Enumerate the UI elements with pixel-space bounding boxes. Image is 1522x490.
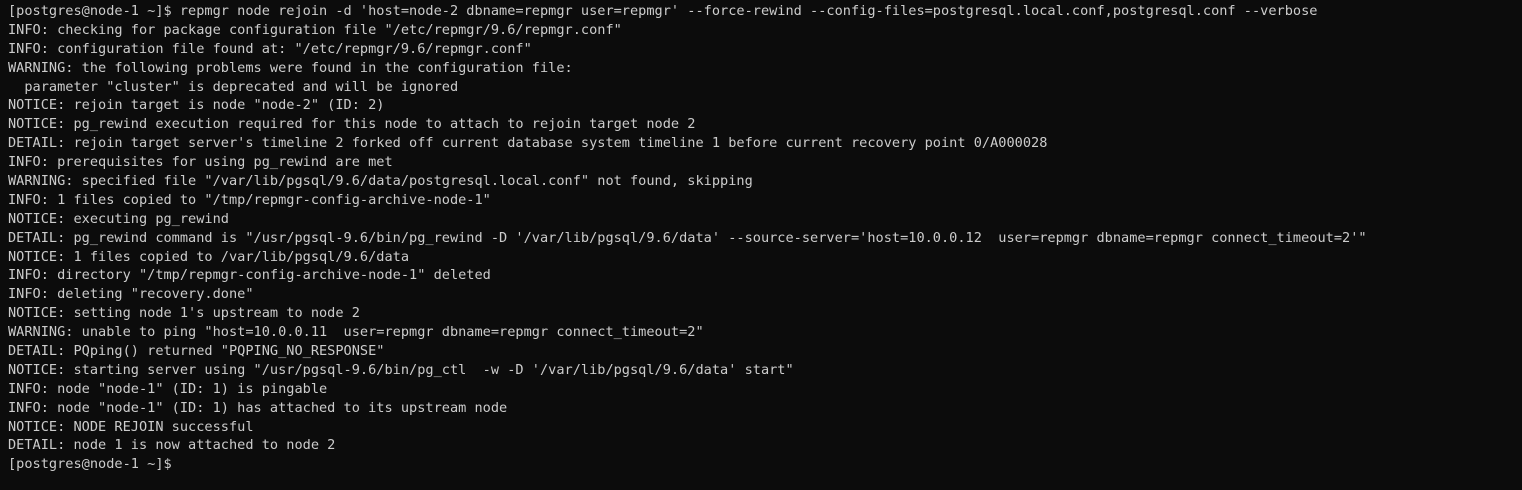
output-line: NOTICE: setting node 1's upstream to nod… [8, 305, 360, 322]
output-line: NOTICE: starting server using "/usr/pgsq… [8, 361, 794, 378]
shell-prompt[interactable]: [postgres@node-1 ~]$ [8, 455, 1522, 474]
output-line: parameter "cluster" is deprecated and wi… [8, 78, 459, 95]
output-line: INFO: prerequisites for using pg_rewind … [8, 154, 393, 171]
output-line: INFO: node "node-1" (ID: 1) is pingable [8, 380, 328, 397]
output-line: NOTICE: pg_rewind execution required for… [8, 116, 696, 133]
output-line: WARNING: unable to ping "host=10.0.0.11 … [8, 324, 704, 341]
output-line: INFO: node "node-1" (ID: 1) has attached… [8, 399, 508, 416]
output-line: INFO: checking for package configuration… [8, 21, 622, 38]
output-line: DETAIL: rejoin target server's timeline … [8, 135, 1048, 152]
command-line: [postgres@node-1 ~]$ repmgr node rejoin … [8, 3, 1318, 19]
terminal-window[interactable]: [postgres@node-1 ~]$ repmgr node rejoin … [0, 0, 1522, 490]
output-line: INFO: configuration file found at: "/etc… [8, 40, 532, 57]
output-line: DETAIL: node 1 is now attached to node 2 [8, 437, 336, 454]
output-line: INFO: deleting "recovery.done" [8, 286, 254, 303]
output-line: NOTICE: executing pg_rewind [8, 210, 229, 227]
output-line: WARNING: specified file "/var/lib/pgsql/… [8, 173, 753, 190]
output-line: NOTICE: 1 files copied to /var/lib/pgsql… [8, 248, 410, 265]
output-line: NOTICE: rejoin target is node "node-2" (… [8, 97, 385, 114]
output-line: DETAIL: PQping() returned "PQPING_NO_RES… [8, 343, 385, 360]
output-line: INFO: 1 files copied to "/tmp/repmgr-con… [8, 191, 491, 208]
output-line: NOTICE: NODE REJOIN successful [8, 418, 254, 435]
output-line: WARNING: the following problems were fou… [8, 59, 573, 76]
prompt-text: [postgres@node-1 ~]$ [8, 456, 172, 473]
output-line: DETAIL: pg_rewind command is "/usr/pgsql… [8, 229, 1367, 246]
output-line: INFO: directory "/tmp/repmgr-config-arch… [8, 267, 491, 284]
